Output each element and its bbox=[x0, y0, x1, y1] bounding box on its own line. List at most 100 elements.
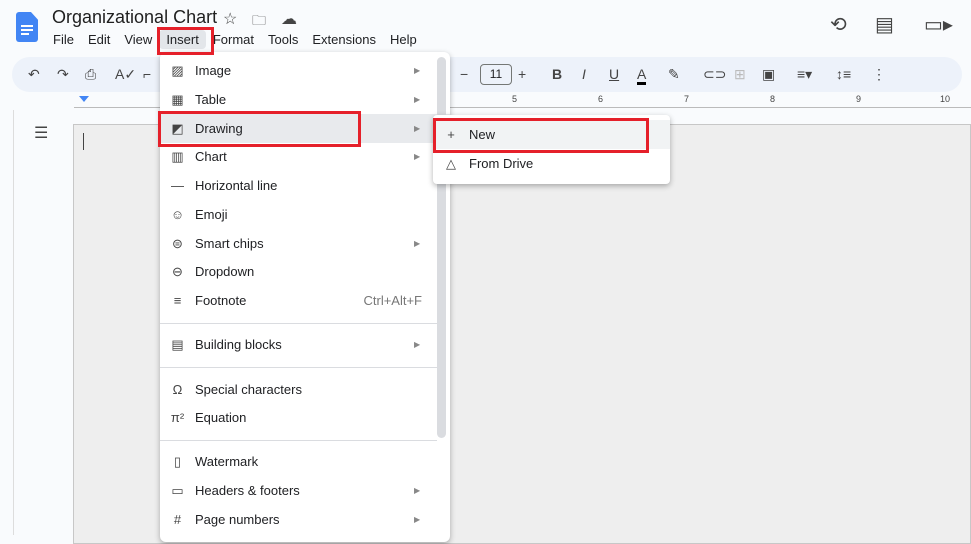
align-icon[interactable]: ≡▾ bbox=[797, 66, 812, 83]
highlight-box-insert bbox=[157, 27, 214, 55]
increase-font-icon[interactable]: + bbox=[518, 66, 526, 82]
headers-footers-icon: ▭ bbox=[171, 482, 184, 498]
menu-format[interactable]: Format bbox=[206, 30, 261, 49]
menu-item-label: Emoji bbox=[195, 207, 228, 222]
bold-icon[interactable]: B bbox=[552, 66, 562, 82]
indent-marker[interactable] bbox=[79, 96, 89, 102]
undo-icon[interactable]: ↶ bbox=[28, 66, 40, 83]
menu-divider bbox=[160, 323, 437, 324]
menu-tools[interactable]: Tools bbox=[261, 30, 305, 49]
menu-item-watermark[interactable]: ▯ Watermark bbox=[160, 447, 450, 476]
vertical-ruler bbox=[0, 110, 14, 535]
menu-item-label: Headers & footers bbox=[195, 483, 300, 498]
menu-item-label: Dropdown bbox=[195, 264, 255, 279]
submenu-arrow-icon: ▶ bbox=[414, 95, 421, 104]
menu-divider bbox=[160, 440, 437, 441]
menu-item-label: Footnote bbox=[195, 293, 247, 308]
menu-item-label: Image bbox=[195, 63, 232, 78]
submenu-arrow-icon: ▶ bbox=[414, 515, 421, 524]
menu-item-label: Table bbox=[195, 92, 227, 107]
video-call-icon[interactable]: ▭▸ bbox=[924, 12, 953, 37]
menu-item-footnote[interactable]: ≡ Footnote Ctrl+Alt+F bbox=[160, 286, 450, 315]
menu-item-page-numbers[interactable]: # Page numbers ▶ bbox=[160, 505, 450, 534]
spellcheck-icon[interactable]: A✓ bbox=[115, 66, 136, 83]
insert-image-icon[interactable]: ▣ bbox=[762, 66, 775, 83]
menu-extensions[interactable]: Extensions bbox=[305, 30, 383, 49]
menu-item-dropdown[interactable]: ⊖ Dropdown bbox=[160, 257, 450, 286]
menu-file[interactable]: File bbox=[46, 30, 81, 49]
menu-item-equation[interactable]: π² Equation bbox=[160, 403, 450, 432]
submenu-arrow-icon: ▶ bbox=[414, 239, 421, 248]
highlight-icon[interactable]: ✎ bbox=[668, 66, 680, 83]
menu-item-headers-footers[interactable]: ▭ Headers & footers ▶ bbox=[160, 476, 450, 505]
menu-item-emoji[interactable]: ☺ Emoji bbox=[160, 200, 450, 229]
hash-icon: # bbox=[173, 512, 182, 527]
emoji-icon: ☺ bbox=[170, 207, 185, 222]
menu-item-label: Building blocks bbox=[195, 337, 282, 352]
menu-view[interactable]: View bbox=[117, 30, 159, 49]
menu-item-building-blocks[interactable]: ▤ Building blocks ▶ bbox=[160, 330, 450, 359]
more-icon[interactable]: ⋮ bbox=[872, 66, 886, 83]
submenu-arrow-icon: ▶ bbox=[414, 152, 421, 161]
smart-chips-icon: ⊜ bbox=[172, 235, 183, 251]
horizontal-line-icon: — bbox=[171, 178, 184, 193]
pi-icon: π² bbox=[170, 410, 185, 425]
ruler-label: 6 bbox=[598, 94, 604, 104]
submenu-arrow-icon: ▶ bbox=[414, 66, 421, 75]
cloud-saved-icon[interactable]: ☁ bbox=[281, 9, 297, 29]
ruler-label: 9 bbox=[856, 94, 862, 104]
omega-icon: Ω bbox=[172, 382, 183, 397]
document-title[interactable]: Organizational Chart bbox=[52, 7, 217, 28]
menubar: File Edit View Insert Format Tools Exten… bbox=[46, 30, 424, 49]
font-size-input[interactable]: 11 bbox=[480, 64, 512, 85]
submenu-arrow-icon: ▶ bbox=[414, 486, 421, 495]
menu-edit[interactable]: Edit bbox=[81, 30, 117, 49]
redo-icon[interactable]: ↷ bbox=[57, 66, 69, 83]
menu-item-image[interactable]: ▨ Image ▶ bbox=[160, 56, 450, 85]
submenu-item-label: From Drive bbox=[469, 156, 534, 171]
shortcut-label: Ctrl+Alt+F bbox=[363, 293, 422, 308]
star-icon[interactable]: ☆ bbox=[223, 9, 237, 29]
menu-item-special-characters[interactable]: Ω Special characters bbox=[160, 375, 450, 404]
menu-help[interactable]: Help bbox=[383, 30, 424, 49]
image-icon: ▨ bbox=[171, 62, 184, 78]
ruler-label: 8 bbox=[770, 94, 776, 104]
docs-logo[interactable] bbox=[16, 12, 38, 42]
highlight-box-new bbox=[433, 118, 649, 153]
menu-item-label: Equation bbox=[195, 410, 247, 425]
print-icon[interactable]: ⎙ bbox=[85, 66, 96, 83]
menu-item-label: Page numbers bbox=[195, 512, 280, 527]
submenu-item-from-drive[interactable]: △ From Drive bbox=[433, 149, 670, 178]
decrease-font-icon[interactable]: − bbox=[460, 66, 468, 82]
submenu-arrow-icon: ▶ bbox=[414, 124, 421, 133]
italic-icon[interactable]: I bbox=[582, 66, 586, 82]
menu-item-label: Chart bbox=[195, 149, 227, 164]
menu-item-label: Special characters bbox=[195, 382, 302, 397]
ruler-label: 10 bbox=[940, 94, 951, 104]
menu-divider bbox=[160, 367, 437, 368]
underline-icon[interactable]: U bbox=[609, 66, 619, 82]
link-icon[interactable]: ⊂⊃ bbox=[703, 66, 726, 83]
watermark-icon: ▯ bbox=[173, 453, 182, 469]
chart-icon: ▥ bbox=[171, 148, 184, 164]
menu-item-horizontal-line[interactable]: — Horizontal line bbox=[160, 171, 450, 200]
drive-icon: △ bbox=[446, 155, 456, 171]
dropdown-icon: ⊖ bbox=[172, 263, 183, 279]
outline-icon[interactable]: ☰ bbox=[34, 123, 48, 143]
footnote-icon: ≡ bbox=[173, 293, 182, 308]
menu-item-label: Watermark bbox=[195, 454, 259, 469]
ruler-label: 7 bbox=[684, 94, 690, 104]
highlight-box-drawing bbox=[158, 111, 361, 147]
text-color-icon[interactable]: A bbox=[637, 66, 647, 85]
menu-item-table[interactable]: ▦ Table ▶ bbox=[160, 85, 450, 114]
history-icon[interactable]: ⟲ bbox=[830, 12, 847, 37]
line-spacing-icon[interactable]: ↕≡ bbox=[836, 66, 851, 82]
comment-icon[interactable]: ▤ bbox=[875, 12, 894, 37]
submenu-arrow-icon: ▶ bbox=[414, 340, 421, 349]
menu-item-label: Smart chips bbox=[195, 236, 264, 251]
ruler-label: 5 bbox=[512, 94, 518, 104]
add-comment-icon[interactable]: ⊞ bbox=[734, 66, 746, 83]
menu-item-smart-chips[interactable]: ⊜ Smart chips ▶ bbox=[160, 229, 450, 258]
menu-item-label: Horizontal line bbox=[195, 178, 278, 193]
paint-format-icon[interactable]: ⌐ bbox=[143, 66, 151, 82]
